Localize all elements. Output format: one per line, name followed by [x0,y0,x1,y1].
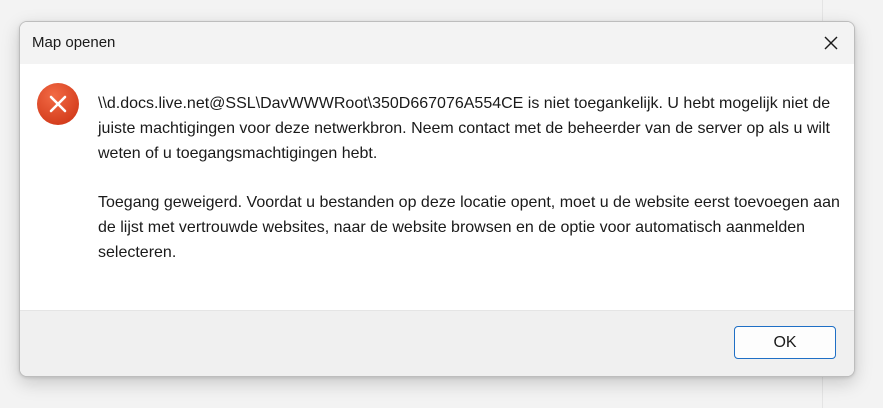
error-dialog: Map openen \\d.docs.live.net@SSL\DavWWWR… [19,21,855,377]
ok-button[interactable]: OK [734,326,836,359]
message-paragraph-2: Toegang geweigerd. Voordat u bestanden o… [98,194,840,261]
dialog-content: \\d.docs.live.net@SSL\DavWWWRoot\350D667… [20,64,854,310]
message-paragraph-1: \\d.docs.live.net@SSL\DavWWWRoot\350D667… [98,95,831,162]
dialog-footer: OK [20,310,854,376]
dialog-titlebar: Map openen [20,22,854,64]
close-button[interactable] [808,22,854,64]
dialog-title: Map openen [32,34,116,51]
error-icon [37,83,79,125]
error-message: \\d.docs.live.net@SSL\DavWWWRoot\350D667… [98,91,848,265]
close-icon [824,36,838,50]
